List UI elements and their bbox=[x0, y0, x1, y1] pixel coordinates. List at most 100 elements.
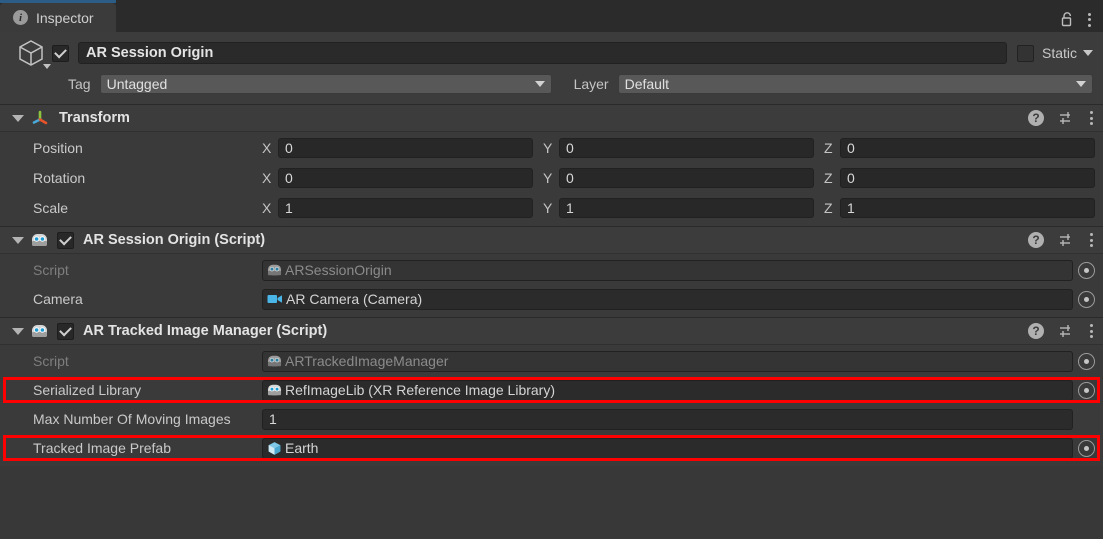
component-transform: Transform ? Position X 0 Y 0 Z 0 Rotatio… bbox=[0, 104, 1103, 226]
kebab-menu-icon[interactable] bbox=[1090, 111, 1093, 125]
gameobject-header: AR Session Origin Static Tag Untagged La… bbox=[0, 32, 1103, 104]
position-x-input[interactable]: 0 bbox=[278, 138, 533, 158]
vector3-position: X 0 Y 0 Z 0 bbox=[262, 138, 1095, 158]
component-title-ar-session-origin: AR Session Origin (Script) bbox=[83, 232, 266, 248]
scale-z-value: 1 bbox=[847, 200, 855, 216]
scale-x-value: 1 bbox=[285, 200, 293, 216]
inspector-window: i Inspector AR Session Origin Static Tag… bbox=[0, 0, 1103, 539]
kebab-menu-icon[interactable] bbox=[1090, 233, 1093, 247]
tracked-image-prefab-object-field[interactable]: Earth bbox=[262, 437, 1073, 459]
prefab-icon bbox=[268, 441, 281, 455]
layer-value: Default bbox=[624, 76, 669, 92]
tag-value: Untagged bbox=[106, 76, 168, 92]
property-label-tracked-image-prefab: Tracked Image Prefab bbox=[33, 440, 171, 456]
property-label-serialized-library: Serialized Library bbox=[33, 382, 142, 398]
serialized-library-object-picker-button[interactable] bbox=[1078, 381, 1095, 399]
axis-label-y: Y bbox=[543, 170, 553, 186]
cs-script-icon bbox=[32, 325, 47, 337]
axis-x: X 0 bbox=[262, 168, 533, 188]
gameobject-name-value: AR Session Origin bbox=[86, 45, 214, 61]
property-label-camera: Camera bbox=[33, 291, 83, 307]
component-actions-transform: ? bbox=[1028, 110, 1093, 126]
scale-y-input[interactable]: 1 bbox=[559, 198, 814, 218]
vector3-scale: X 1 Y 1 Z 1 bbox=[262, 198, 1095, 218]
preset-sliders-icon[interactable] bbox=[1059, 232, 1075, 248]
component-actions-ar-tracked-image-manager: ? bbox=[1028, 323, 1093, 339]
help-icon[interactable]: ? bbox=[1028, 232, 1044, 248]
transform-axis-icon bbox=[32, 110, 48, 125]
axis-y: Y 0 bbox=[543, 168, 814, 188]
position-z-input[interactable]: 0 bbox=[840, 138, 1095, 158]
tracked-image-prefab-object-picker-button[interactable] bbox=[1078, 439, 1095, 457]
layer-label: Layer bbox=[573, 76, 609, 92]
script-object-field: ARSessionOrigin bbox=[262, 259, 1073, 281]
axis-label-x: X bbox=[262, 140, 272, 156]
tab-inspector-label: Inspector bbox=[36, 9, 94, 26]
property-label-position: Position bbox=[33, 140, 83, 156]
tag-dropdown[interactable]: Untagged bbox=[99, 74, 552, 94]
component-header-ar-tracked-image-manager[interactable]: AR Tracked Image Manager (Script) ? bbox=[0, 317, 1103, 345]
component-ar-session-origin: AR Session Origin (Script) ? Script ARSe… bbox=[0, 226, 1103, 317]
component-ar-tracked-image-manager: AR Tracked Image Manager (Script) ? Scri… bbox=[0, 317, 1103, 466]
component-enabled-checkbox[interactable] bbox=[57, 231, 74, 249]
axis-x: X 1 bbox=[262, 198, 533, 218]
position-y-input[interactable]: 0 bbox=[559, 138, 814, 158]
rotation-x-input[interactable]: 0 bbox=[278, 168, 533, 188]
script-object-picker-button[interactable] bbox=[1078, 261, 1095, 279]
foldout-arrow-icon[interactable] bbox=[12, 114, 24, 122]
property-row-camera: Camera AR Camera (Camera) bbox=[0, 287, 1103, 311]
property-row-position: Position X 0 Y 0 Z 0 bbox=[0, 136, 1103, 160]
static-checkbox[interactable] bbox=[1016, 44, 1034, 62]
component-header-transform[interactable]: Transform ? bbox=[0, 104, 1103, 132]
max-number-of-moving-images-value: 1 bbox=[269, 411, 277, 427]
rotation-y-input[interactable]: 0 bbox=[559, 168, 814, 188]
tracked-image-prefab-object-value: Earth bbox=[285, 440, 319, 456]
property-row-tracked-image-prefab: Tracked Image Prefab Earth bbox=[0, 435, 1103, 461]
help-icon[interactable]: ? bbox=[1028, 110, 1044, 126]
kebab-menu-icon[interactable] bbox=[1090, 324, 1093, 338]
property-label-script: Script bbox=[33, 353, 69, 369]
axis-y: Y 1 bbox=[543, 198, 814, 218]
scale-z-input[interactable]: 1 bbox=[840, 198, 1095, 218]
rotation-y-value: 0 bbox=[566, 170, 574, 186]
scale-x-input[interactable]: 1 bbox=[278, 198, 533, 218]
script-object-field: ARTrackedImageManager bbox=[262, 350, 1073, 372]
camera-object-picker-button[interactable] bbox=[1078, 290, 1095, 308]
static-dropdown-chevron-icon[interactable] bbox=[1083, 50, 1093, 56]
serialized-library-object-value: RefImageLib (XR Reference Image Library) bbox=[285, 382, 556, 398]
position-x-value: 0 bbox=[285, 140, 293, 156]
lock-icon[interactable] bbox=[1061, 12, 1074, 27]
property-row-scale: Scale X 1 Y 1 Z 1 bbox=[0, 196, 1103, 220]
component-header-ar-session-origin[interactable]: AR Session Origin (Script) ? bbox=[0, 226, 1103, 254]
axis-z: Z 1 bbox=[824, 198, 1095, 218]
preset-sliders-icon[interactable] bbox=[1059, 323, 1075, 339]
gameobject-name-input[interactable]: AR Session Origin bbox=[78, 42, 1007, 64]
help-icon[interactable]: ? bbox=[1028, 323, 1044, 339]
axis-z: Z 0 bbox=[824, 138, 1095, 158]
cs-script-icon bbox=[267, 355, 282, 367]
script-object-picker-button[interactable] bbox=[1078, 352, 1095, 370]
axis-label-x: X bbox=[262, 170, 272, 186]
max-number-of-moving-images-input[interactable]: 1 bbox=[262, 408, 1073, 430]
property-row-max-number-of-moving-images: Max Number Of Moving Images 1 bbox=[0, 407, 1103, 431]
foldout-arrow-icon[interactable] bbox=[12, 236, 24, 244]
chevron-down-icon bbox=[534, 81, 545, 87]
property-label-scale: Scale bbox=[33, 200, 69, 216]
rotation-z-input[interactable]: 0 bbox=[840, 168, 1095, 188]
tag-layer-row: Tag Untagged Layer Default bbox=[10, 73, 1093, 95]
rotation-z-value: 0 bbox=[847, 170, 855, 186]
serialized-library-object-field[interactable]: RefImageLib (XR Reference Image Library) bbox=[262, 379, 1073, 401]
camera-object-field[interactable]: AR Camera (Camera) bbox=[262, 288, 1073, 310]
preset-sliders-icon[interactable] bbox=[1059, 110, 1075, 126]
gameobject-enabled-checkbox[interactable] bbox=[52, 44, 69, 62]
foldout-arrow-icon[interactable] bbox=[12, 327, 24, 335]
property-row-rotation: Rotation X 0 Y 0 Z 0 bbox=[0, 166, 1103, 190]
axis-label-z: Z bbox=[824, 200, 833, 216]
component-enabled-checkbox[interactable] bbox=[57, 322, 74, 340]
layer-dropdown[interactable]: Default bbox=[617, 74, 1093, 94]
position-y-value: 0 bbox=[566, 140, 574, 156]
tab-inspector[interactable]: i Inspector bbox=[0, 0, 116, 32]
cs-script-icon bbox=[267, 264, 282, 276]
kebab-menu-icon[interactable] bbox=[1088, 12, 1091, 27]
axis-label-y: Y bbox=[543, 200, 553, 216]
